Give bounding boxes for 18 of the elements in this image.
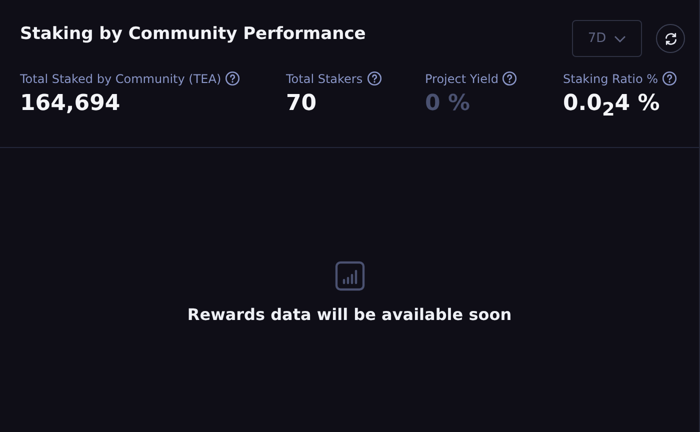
help-icon[interactable] xyxy=(366,71,382,86)
stat-label: Total Staked by Community (TEA) xyxy=(20,72,222,86)
help-icon[interactable] xyxy=(502,71,518,86)
bar-chart-icon xyxy=(334,261,364,291)
panel-title: Staking by Community Performance xyxy=(20,24,366,44)
refresh-button[interactable] xyxy=(656,24,685,53)
stat-value: 164,694 xyxy=(20,91,122,116)
stat-value: 70 xyxy=(286,91,318,116)
empty-state-message: Rewards data will be available soon xyxy=(187,305,512,324)
help-icon[interactable] xyxy=(225,71,240,86)
stat-label: Staking Ratio % xyxy=(563,72,658,86)
chevron-down-icon xyxy=(614,34,626,42)
help-icon[interactable] xyxy=(662,71,678,86)
stat-label: Total Stakers xyxy=(286,72,363,86)
stat-label: Project Yield xyxy=(425,72,498,86)
stat-value: 0.0$_{2}$4 % xyxy=(563,91,661,120)
stat-value: 0 % xyxy=(425,91,472,116)
refresh-icon xyxy=(664,32,678,46)
